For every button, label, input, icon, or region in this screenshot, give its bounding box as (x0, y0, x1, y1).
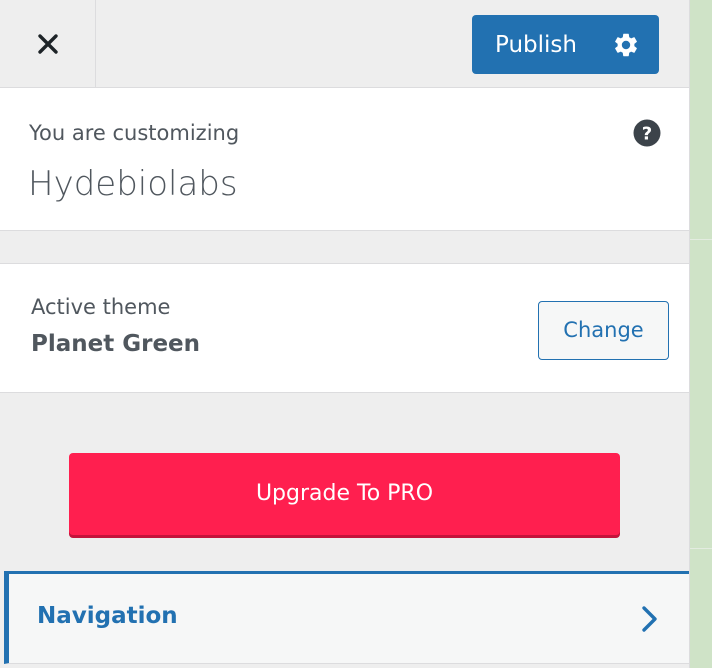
customizer-header: Publish (0, 0, 689, 88)
chevron-right-icon (642, 606, 657, 632)
close-button[interactable] (0, 0, 96, 87)
active-theme-label: Active theme (31, 295, 171, 319)
preview-divider (690, 548, 712, 549)
site-title: Hydebiolabs (28, 164, 238, 204)
close-icon (37, 33, 58, 54)
theme-name: Planet Green (31, 331, 201, 357)
customizer-panel: Publish You are customizing Hydebiolabs … (0, 0, 689, 668)
customizing-info: You are customizing Hydebiolabs ? (0, 88, 689, 231)
publish-label: Publish (495, 32, 577, 58)
section-navigation-label: Navigation (37, 603, 178, 629)
upgrade-pro-button[interactable]: Upgrade To PRO (69, 453, 620, 535)
question-icon[interactable]: ? (633, 119, 661, 147)
change-theme-button[interactable]: Change (538, 301, 669, 360)
site-preview[interactable] (689, 0, 712, 668)
publish-button[interactable]: Publish (472, 15, 659, 74)
svg-text:?: ? (642, 124, 652, 145)
preview-divider (690, 239, 712, 240)
gear-icon[interactable] (612, 31, 640, 59)
section-navigation[interactable]: Navigation (4, 571, 689, 664)
customizing-label: You are customizing (29, 121, 240, 145)
active-theme-section: Active theme Planet Green Change (0, 263, 689, 393)
